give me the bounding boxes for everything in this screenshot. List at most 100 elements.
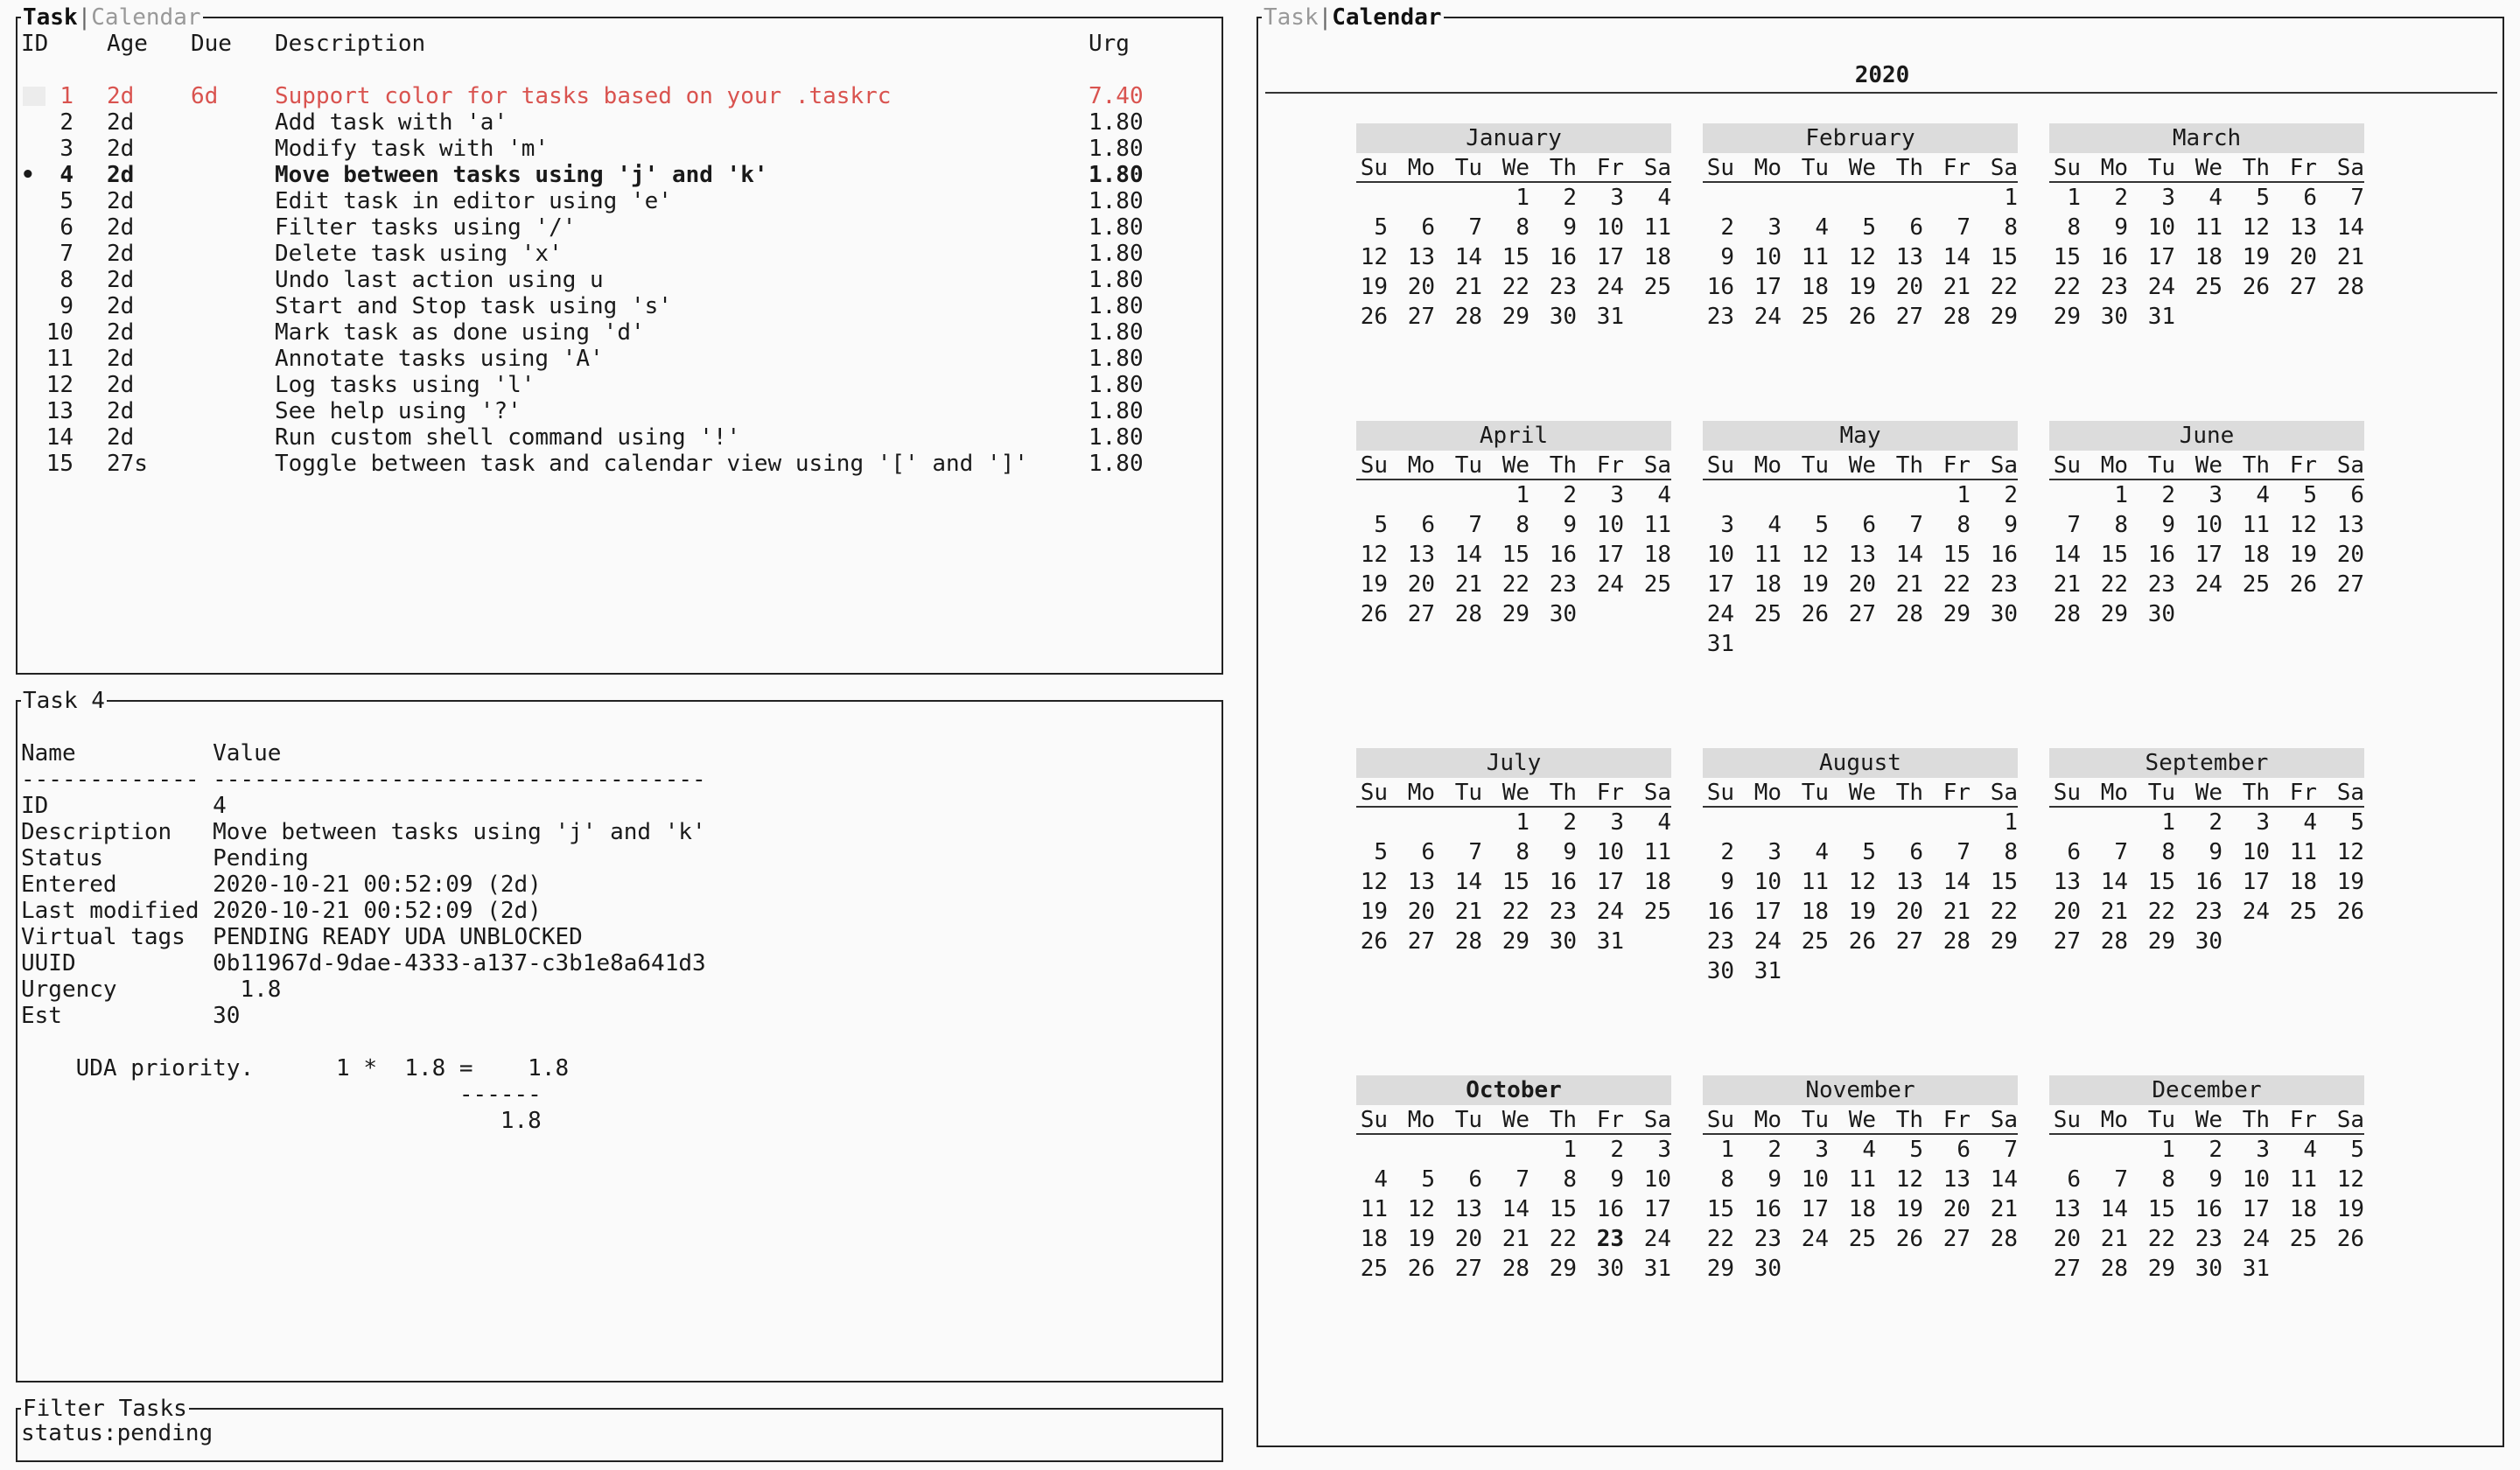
calendar-day[interactable]: 6 <box>1923 1135 1970 1165</box>
calendar-day[interactable]: 22 <box>1970 897 2018 927</box>
calendar-day[interactable]: 28 <box>1435 599 1482 629</box>
calendar-day[interactable]: 30 <box>1530 302 1577 332</box>
calendar-day[interactable]: 9 <box>1577 1165 1624 1194</box>
calendar-day[interactable]: 22 <box>2128 897 2175 927</box>
calendar-day[interactable]: 8 <box>2081 510 2128 540</box>
calendar-day[interactable]: 21 <box>1482 1224 1530 1254</box>
calendar-day[interactable]: 3 <box>2175 480 2222 510</box>
calendar-day[interactable]: 1 <box>1482 480 1530 510</box>
calendar-day[interactable]: 24 <box>2175 570 2222 599</box>
calendar-day[interactable]: 8 <box>1703 1165 1734 1194</box>
calendar-day[interactable]: 13 <box>2270 213 2317 242</box>
calendar-day[interactable]: 8 <box>1482 213 1530 242</box>
calendar-day[interactable]: 17 <box>1734 897 1782 927</box>
calendar-day[interactable]: 20 <box>2317 540 2364 570</box>
calendar-day[interactable]: 7 <box>2317 183 2364 213</box>
calendar-day[interactable]: 25 <box>1356 1254 1388 1284</box>
calendar-day[interactable]: 6 <box>1876 213 1923 242</box>
calendar-day[interactable]: 26 <box>1356 302 1388 332</box>
calendar-day[interactable]: 4 <box>1734 510 1782 540</box>
calendar-day[interactable]: 7 <box>1970 1135 2018 1165</box>
calendar-day[interactable]: 7 <box>1923 213 1970 242</box>
calendar-day[interactable]: 4 <box>1356 1165 1388 1194</box>
calendar-day[interactable]: 25 <box>1782 302 1829 332</box>
calendar-day[interactable]: 11 <box>2175 213 2222 242</box>
calendar-day[interactable]: 17 <box>2222 1194 2270 1224</box>
calendar-day[interactable]: 2 <box>1530 480 1577 510</box>
calendar-day[interactable]: 26 <box>2270 570 2317 599</box>
calendar-day[interactable]: 11 <box>1624 510 1671 540</box>
calendar-day[interactable]: 8 <box>1530 1165 1577 1194</box>
calendar-day[interactable]: 3 <box>2222 1135 2270 1165</box>
calendar-day[interactable]: 28 <box>2049 599 2081 629</box>
calendar-day[interactable]: 17 <box>1624 1194 1671 1224</box>
calendar-day[interactable]: 8 <box>1970 837 2018 867</box>
calendar-day[interactable]: 14 <box>1923 242 1970 272</box>
calendar-day[interactable]: 1 <box>2128 1135 2175 1165</box>
calendar-day[interactable]: 9 <box>1970 510 2018 540</box>
calendar-day[interactable]: 12 <box>1829 867 1876 897</box>
calendar-day[interactable]: 10 <box>2128 213 2175 242</box>
calendar-day[interactable]: 7 <box>2081 1165 2128 1194</box>
calendar-day[interactable]: 10 <box>1577 510 1624 540</box>
calendar-day[interactable]: 8 <box>1970 213 2018 242</box>
calendar-day[interactable]: 9 <box>2175 837 2222 867</box>
calendar-day[interactable]: 31 <box>1577 927 1624 956</box>
calendar-day[interactable]: 31 <box>1734 956 1782 986</box>
calendar-day[interactable]: 6 <box>2270 183 2317 213</box>
calendar-day[interactable]: 4 <box>2270 1135 2317 1165</box>
calendar-day[interactable]: 2 <box>1530 808 1577 837</box>
calendar-day[interactable]: 8 <box>2128 837 2175 867</box>
calendar-day[interactable]: 5 <box>2222 183 2270 213</box>
calendar-day[interactable]: 26 <box>2317 1224 2364 1254</box>
calendar-day[interactable]: 7 <box>1482 1165 1530 1194</box>
calendar-day[interactable]: 6 <box>1829 510 1876 540</box>
calendar-day[interactable]: 29 <box>2081 599 2128 629</box>
calendar-day[interactable]: 1 <box>1482 183 1530 213</box>
calendar-day[interactable]: 12 <box>1829 242 1876 272</box>
calendar-day[interactable]: 14 <box>1435 867 1482 897</box>
calendar-day[interactable]: 11 <box>1624 837 1671 867</box>
calendar-day[interactable]: 3 <box>1703 510 1734 540</box>
calendar-day[interactable]: 5 <box>2317 808 2364 837</box>
calendar-day[interactable]: 18 <box>2222 540 2270 570</box>
calendar-day[interactable]: 29 <box>1703 1254 1734 1284</box>
tab-calendar[interactable]: Calendar <box>1332 4 1441 31</box>
calendar-day[interactable]: 20 <box>2049 1224 2081 1254</box>
calendar-day[interactable]: 1 <box>1970 808 2018 837</box>
calendar-day[interactable]: 27 <box>1876 302 1923 332</box>
calendar-day[interactable]: 20 <box>2049 897 2081 927</box>
calendar-day[interactable]: 17 <box>1703 570 1734 599</box>
calendar-day[interactable]: 28 <box>2317 272 2364 302</box>
calendar-day[interactable]: 26 <box>1876 1224 1923 1254</box>
calendar-day[interactable]: 19 <box>1388 1224 1435 1254</box>
calendar-day[interactable]: 20 <box>1388 272 1435 302</box>
calendar-day[interactable]: 23 <box>1703 302 1734 332</box>
calendar-day[interactable]: 17 <box>2175 540 2222 570</box>
calendar-day[interactable]: 4 <box>2222 480 2270 510</box>
calendar-day[interactable]: 22 <box>1482 570 1530 599</box>
calendar-day[interactable]: 28 <box>1970 1224 2018 1254</box>
calendar-day[interactable]: 15 <box>1970 242 2018 272</box>
calendar-day[interactable]: 9 <box>1530 213 1577 242</box>
calendar-day[interactable]: 28 <box>1876 599 1923 629</box>
calendar-day[interactable]: 12 <box>1876 1165 1923 1194</box>
calendar-day[interactable]: 11 <box>1782 242 1829 272</box>
calendar-day[interactable]: 30 <box>2175 927 2222 956</box>
calendar-day[interactable]: 24 <box>2222 897 2270 927</box>
calendar-day[interactable]: 30 <box>1703 956 1734 986</box>
calendar-day[interactable]: 24 <box>1577 897 1624 927</box>
calendar-day[interactable]: 7 <box>2081 837 2128 867</box>
calendar-day[interactable]: 9 <box>2081 213 2128 242</box>
calendar-day[interactable]: 29 <box>1482 599 1530 629</box>
calendar-day[interactable]: 29 <box>1482 927 1530 956</box>
calendar-day[interactable]: 26 <box>2222 272 2270 302</box>
calendar-day[interactable]: 22 <box>1923 570 1970 599</box>
calendar-day[interactable]: 30 <box>1734 1254 1782 1284</box>
calendar-day[interactable]: 10 <box>1703 540 1734 570</box>
calendar-day[interactable]: 9 <box>1703 867 1734 897</box>
calendar-day[interactable]: 16 <box>1530 242 1577 272</box>
calendar-day[interactable]: 16 <box>1734 1194 1782 1224</box>
calendar-day[interactable]: 5 <box>2317 1135 2364 1165</box>
calendar-day[interactable]: 2 <box>2175 1135 2222 1165</box>
